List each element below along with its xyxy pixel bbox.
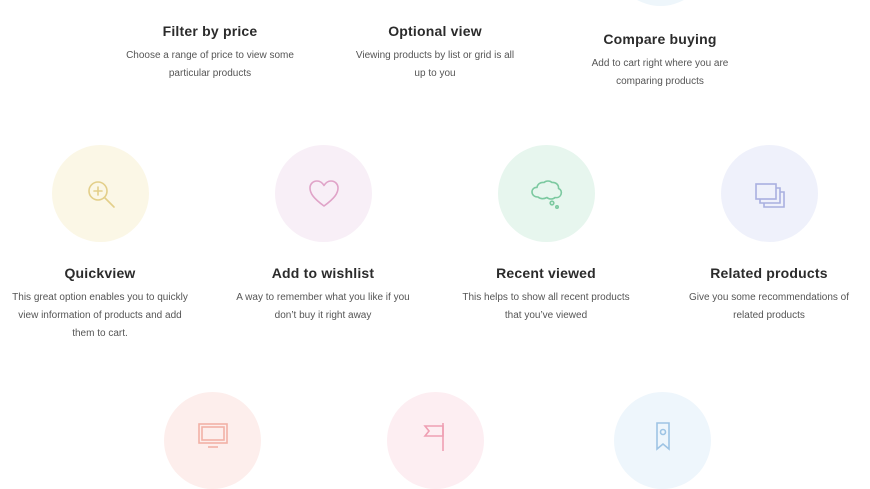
feature-quickview: Quickview This great option enables you … xyxy=(0,264,200,343)
bottom-feature-circle-1[interactable] xyxy=(164,392,261,489)
recent-viewed-circle[interactable] xyxy=(498,145,595,242)
stacked-windows-icon xyxy=(754,182,785,208)
monitor-icon xyxy=(197,422,228,448)
related-products-circle[interactable] xyxy=(721,145,818,242)
feature-title: Related products xyxy=(710,265,828,281)
thought-bubble-icon xyxy=(530,179,562,209)
feature-title: Add to wishlist xyxy=(271,265,375,281)
compare-buying-circle xyxy=(612,0,709,6)
feature-title: Filter by price xyxy=(162,23,258,39)
feature-title: Quickview xyxy=(64,265,136,281)
wishlist-circle[interactable] xyxy=(275,145,372,242)
feature-compare-buying: Compare buying Add to cart right where y… xyxy=(550,30,770,91)
feature-optional-view: Optional view Viewing products by list o… xyxy=(325,22,545,83)
feature-description: Viewing products by list or grid is all … xyxy=(355,50,515,79)
heart-icon xyxy=(308,179,339,207)
feature-description: Add to cart right where you are comparin… xyxy=(591,58,729,87)
feature-filter-by-price: Filter by price Choose a range of price … xyxy=(100,22,320,83)
feature-recent-viewed: Recent viewed This helps to show all rec… xyxy=(436,264,656,325)
bottom-feature-circle-3[interactable] xyxy=(614,392,711,489)
feature-description: Choose a range of price to view some par… xyxy=(126,50,294,79)
feature-title: Optional view xyxy=(388,23,482,39)
bookmark-icon xyxy=(655,421,670,451)
bottom-feature-circle-2[interactable] xyxy=(387,392,484,489)
feature-add-to-wishlist: Add to wishlist A way to remember what y… xyxy=(213,264,433,325)
quickview-circle[interactable] xyxy=(52,145,149,242)
feature-description: This great option enables you to quickly… xyxy=(12,292,188,339)
feature-title: Compare buying xyxy=(603,31,717,47)
feature-description: This helps to show all recent products t… xyxy=(462,292,630,321)
feature-related-products: Related products Give you some recommend… xyxy=(659,264,870,325)
feature-title: Recent viewed xyxy=(496,265,596,281)
magnifier-plus-icon xyxy=(87,180,115,208)
feature-description: A way to remember what you like if you d… xyxy=(236,292,410,321)
flag-icon xyxy=(422,422,444,451)
feature-description: Give you some recommendations of related… xyxy=(688,292,850,321)
